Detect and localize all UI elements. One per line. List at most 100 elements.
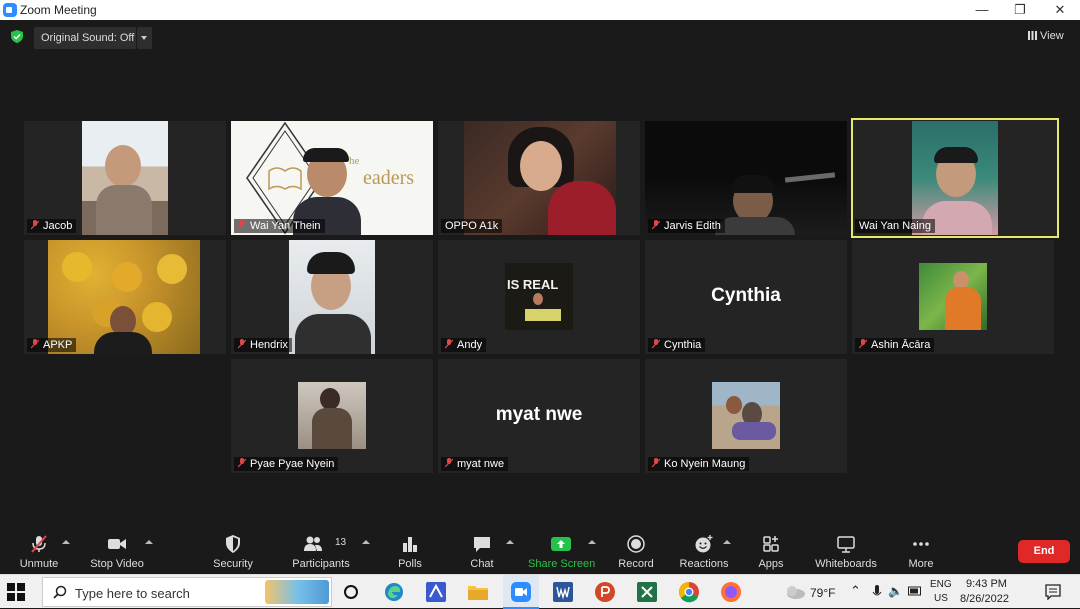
app-icon[interactable] [425, 581, 447, 603]
participant-name: Hendrix [250, 339, 288, 351]
participant-video [48, 240, 200, 354]
show-hidden-icons-chevron-icon[interactable]: ⌃ [850, 583, 861, 599]
video-tile-ashin-acara[interactable]: Ashin Ācāra [852, 240, 1054, 354]
window-title: Zoom Meeting [20, 3, 97, 17]
microphone-icon[interactable] [872, 584, 882, 600]
minimize-button[interactable]: — [962, 0, 1002, 20]
participant-video: he eaders [231, 121, 433, 235]
participant-video [464, 121, 616, 235]
speaker-volume-icon[interactable]: 🔈 [888, 584, 903, 598]
close-button[interactable]: ✕ [1040, 0, 1080, 20]
video-tile-hendrix[interactable]: Hendrix [231, 240, 433, 354]
search-placeholder: Type here to search [75, 586, 190, 601]
video-tile-wai-yan-thein[interactable]: he eaders Wai Yan Thein [231, 121, 433, 235]
video-tile-jarvis-edith[interactable]: Jarvis Edith [645, 121, 847, 235]
apps-button[interactable]: Apps [750, 530, 792, 574]
clock-time[interactable]: 9:43 PM [966, 578, 1007, 590]
participant-name: APKP [43, 339, 73, 351]
firefox-icon[interactable] [720, 581, 742, 603]
share-options-caret[interactable] [588, 538, 596, 546]
profile-picture [712, 382, 780, 449]
input-region[interactable]: US [934, 593, 948, 604]
video-tile-apkp[interactable]: APKP [24, 240, 226, 354]
video-tile-myat-nwe[interactable]: myat nwe myat nwe [438, 359, 640, 473]
participant-name: Jarvis Edith [664, 220, 721, 232]
video-tile-andy[interactable]: IS REAL Andy [438, 240, 640, 354]
participant-display-name: myat nwe [495, 404, 583, 425]
participants-options-caret[interactable] [362, 538, 370, 546]
battery-icon[interactable] [908, 586, 922, 596]
participant-name: Ko Nyein Maung [664, 458, 746, 470]
taskbar-search-box[interactable]: Type here to search [42, 577, 332, 607]
video-tile-oppo-a1k[interactable]: OPPO A1k [438, 121, 640, 235]
participant-name-tag: Wai Yan Naing [855, 219, 935, 233]
word-icon[interactable] [552, 581, 574, 603]
participant-name: Wai Yan Naing [859, 220, 931, 232]
video-tile-wai-yan-naing-active-speaker[interactable]: Wai Yan Naing [851, 118, 1059, 238]
unmute-label: Unmute [19, 558, 59, 570]
more-dots-icon [913, 542, 929, 546]
unmute-button[interactable]: Unmute [14, 530, 64, 574]
clock-date[interactable]: 8/26/2022 [960, 593, 1009, 605]
security-button[interactable]: Security [206, 530, 260, 574]
video-tile-jacob[interactable]: Jacob [24, 121, 226, 235]
excel-icon[interactable] [636, 581, 658, 603]
task-view-icon[interactable] [340, 581, 362, 603]
reactions-options-caret[interactable] [723, 538, 731, 546]
video-tile-pyae-pyae-nyein[interactable]: Pyae Pyae Nyein [231, 359, 433, 473]
polls-bar-chart-icon [403, 537, 417, 552]
whiteboards-button[interactable]: Whiteboards [812, 530, 880, 574]
edge-browser-icon[interactable] [383, 581, 405, 603]
file-explorer-icon[interactable] [467, 581, 489, 603]
stop-video-button[interactable]: Stop Video [88, 530, 146, 574]
participant-name-tag: APKP [27, 338, 77, 352]
chrome-icon[interactable] [678, 581, 700, 603]
participants-label: Participants [292, 558, 350, 570]
record-label: Record [618, 558, 654, 570]
chat-options-caret[interactable] [506, 538, 514, 546]
record-button[interactable]: Record [614, 530, 658, 574]
view-button[interactable]: View [1028, 27, 1064, 45]
polls-button[interactable]: Polls [388, 530, 432, 574]
participants-button[interactable]: 13 Participants [290, 530, 352, 574]
audio-options-caret[interactable] [62, 538, 70, 546]
participant-name-tag: Ashin Ācāra [855, 338, 935, 352]
chat-button[interactable]: Chat [460, 530, 504, 574]
more-button[interactable]: More [900, 530, 942, 574]
powerpoint-icon[interactable] [594, 581, 616, 603]
participant-name: myat nwe [457, 458, 505, 470]
weather-temperature[interactable]: 79°F [810, 586, 835, 600]
zoom-taskbar-active[interactable] [503, 575, 539, 609]
video-options-caret[interactable] [145, 538, 153, 546]
record-icon [627, 535, 645, 553]
input-language[interactable]: ENG [930, 579, 952, 590]
muted-mic-icon [652, 220, 660, 230]
encryption-shield-icon[interactable] [11, 30, 23, 43]
reactions-button[interactable]: Reactions [678, 530, 730, 574]
zoom-app-icon [511, 582, 531, 602]
restore-button[interactable]: ❐ [1000, 0, 1040, 20]
muted-mic-icon [238, 220, 246, 230]
share-screen-label: Share Screen [528, 558, 596, 570]
participant-video [645, 121, 847, 235]
muted-mic-icon [31, 535, 47, 553]
search-icon [53, 585, 67, 599]
notification-center-icon[interactable] [1045, 584, 1061, 600]
video-tile-cynthia[interactable]: Cynthia Cynthia [645, 240, 847, 354]
apps-icon [763, 536, 779, 552]
zoom-logo-icon [3, 3, 17, 17]
original-sound-toggle[interactable]: Original Sound: Off [34, 27, 136, 49]
video-tile-ko-nyein-maung[interactable]: Ko Nyein Maung [645, 359, 847, 473]
end-meeting-button[interactable]: End [1018, 540, 1070, 563]
participant-name-tag: Wai Yan Thein [234, 219, 325, 233]
original-sound-dropdown[interactable] [137, 27, 152, 49]
participant-video [912, 121, 998, 235]
muted-mic-icon [652, 458, 660, 468]
muted-mic-icon [31, 220, 39, 230]
participant-name-tag: Pyae Pyae Nyein [234, 457, 339, 471]
whiteboard-icon [837, 536, 855, 553]
muted-mic-icon [238, 458, 246, 468]
windows-start-icon[interactable] [6, 582, 26, 602]
share-screen-button[interactable]: Share Screen [528, 530, 596, 574]
participant-name: OPPO A1k [445, 220, 499, 232]
